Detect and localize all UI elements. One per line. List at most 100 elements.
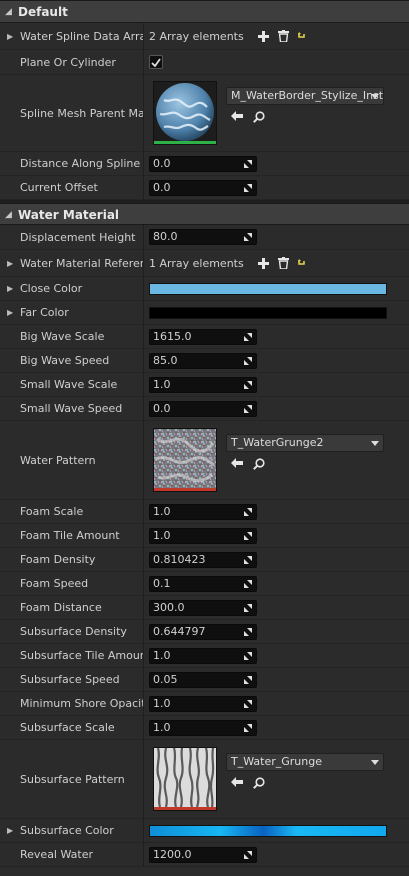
row-water-material-reference: ▶ Water Material Reference 1 Array eleme… (0, 250, 409, 277)
row-subsurface-speed: Subsurface Speed 0.05 (0, 668, 409, 692)
field-value: 1.0 (153, 720, 171, 734)
field-value: 85.0 (153, 353, 178, 367)
trash-icon[interactable] (277, 30, 289, 42)
drag-handle-icon (244, 531, 252, 540)
drag-handle-icon (244, 651, 252, 660)
row-plane-or-cylinder: Plane Or Cylinder (0, 50, 409, 75)
field-value: 1.0 (153, 377, 171, 391)
foam-distance-input[interactable]: 300.0 (149, 599, 257, 616)
texture-thumbnail[interactable] (153, 428, 217, 492)
field-value: 1.0 (153, 648, 171, 662)
trash-icon[interactable] (277, 257, 289, 269)
collapse-arrow-icon[interactable]: ◢ (5, 204, 12, 226)
subsurface-density-input[interactable]: 0.644797 (149, 623, 257, 640)
small-wave-scale-input[interactable]: 1.0 (149, 376, 257, 393)
category-default[interactable]: ◢ Default (0, 0, 409, 23)
expand-arrow-icon[interactable]: ▶ (7, 301, 13, 324)
property-label: Current Offset (20, 181, 98, 194)
row-subsurface-color: ▶ Subsurface Color (0, 819, 409, 843)
material-asset-combo[interactable]: M_WaterBorder_Stylize_Inst (226, 87, 384, 105)
field-value: 0.644797 (153, 624, 206, 638)
drag-handle-icon (244, 183, 252, 192)
asset-name: T_WaterGrunge2 (231, 436, 324, 449)
array-count: 2 Array elements (149, 29, 244, 43)
drag-handle-icon (244, 356, 252, 365)
property-label: Small Wave Scale (20, 378, 118, 391)
close-color-swatch[interactable] (149, 282, 387, 295)
subsurface-scale-input[interactable]: 1.0 (149, 719, 257, 736)
drag-handle-icon (244, 555, 252, 564)
field-value: 0.1 (153, 576, 171, 590)
subsurface-speed-input[interactable]: 0.05 (149, 671, 257, 688)
foam-tile-amount-input[interactable]: 1.0 (149, 527, 257, 544)
magnifier-icon[interactable] (253, 777, 265, 792)
distance-along-spline-input[interactable]: 0.0 (149, 155, 257, 172)
row-foam-speed: Foam Speed 0.1 (0, 572, 409, 596)
texture-thumbnail[interactable] (153, 747, 217, 811)
property-label: Big Wave Speed (20, 354, 110, 367)
details-panel: ◢ Default ▶ Water Spline Data Array 2 Ar… (0, 0, 409, 876)
minimum-shore-opacity-input[interactable]: 1.0 (149, 695, 257, 712)
field-value: 1.0 (153, 528, 171, 542)
back-arrow-icon[interactable] (231, 777, 243, 792)
magnifier-icon[interactable] (253, 458, 265, 473)
asset-name: M_WaterBorder_Stylize_Inst (231, 89, 384, 102)
water-pattern-asset-combo[interactable]: T_WaterGrunge2 (226, 434, 384, 452)
magnifier-icon[interactable] (253, 111, 265, 126)
category-label: Default (18, 5, 68, 19)
expand-arrow-icon[interactable]: ▶ (7, 819, 13, 842)
asset-name: T_Water_Grunge (231, 755, 322, 768)
reset-arrow-icon[interactable] (297, 31, 307, 41)
property-label: Big Wave Scale (20, 330, 105, 343)
property-label: Water Pattern (20, 453, 96, 467)
field-value: 80.0 (153, 230, 178, 243)
foam-density-input[interactable]: 0.810423 (149, 551, 257, 568)
drag-handle-icon (244, 627, 252, 636)
category-water-material[interactable]: ◢ Water Material (0, 203, 409, 225)
row-subsurface-pattern: Subsurface Pattern T_Water_Grunge (0, 740, 409, 819)
small-wave-speed-input[interactable]: 0.0 (149, 400, 257, 417)
expand-arrow-icon[interactable]: ▶ (7, 23, 13, 49)
back-arrow-icon[interactable] (231, 458, 243, 473)
drag-handle-icon (244, 159, 252, 168)
property-label: Small Wave Speed (20, 402, 123, 415)
subsurface-tile-amount-input[interactable]: 1.0 (149, 647, 257, 664)
row-big-wave-speed: Big Wave Speed 85.0 (0, 349, 409, 373)
checkmark-icon (151, 57, 161, 67)
row-close-color: ▶ Close Color (0, 277, 409, 301)
row-minimum-shore-opacity: Minimum Shore Opacity 1.0 (0, 692, 409, 716)
reveal-water-input[interactable]: 1200.0 (149, 846, 257, 863)
current-offset-input[interactable]: 0.0 (149, 179, 257, 196)
field-value: 1.0 (153, 504, 171, 518)
field-value: 1200.0 (153, 847, 192, 861)
plus-icon[interactable] (257, 257, 269, 269)
foam-speed-input[interactable]: 0.1 (149, 575, 257, 592)
row-foam-scale: Foam Scale 1.0 (0, 500, 409, 524)
property-label: Subsurface Density (20, 625, 127, 638)
collapse-arrow-icon[interactable]: ◢ (5, 1, 12, 23)
drag-handle-icon (244, 850, 252, 859)
expand-arrow-icon[interactable]: ▶ (7, 250, 13, 276)
property-label: Displacement Height (20, 230, 136, 244)
material-thumbnail[interactable] (153, 81, 217, 145)
reset-arrow-icon[interactable] (297, 258, 307, 268)
row-big-wave-scale: Big Wave Scale 1615.0 (0, 325, 409, 349)
field-value: 0.05 (153, 672, 178, 686)
big-wave-speed-input[interactable]: 85.0 (149, 352, 257, 369)
foam-scale-input[interactable]: 1.0 (149, 503, 257, 520)
row-foam-tile-amount: Foam Tile Amount 1.0 (0, 524, 409, 548)
expand-arrow-icon[interactable]: ▶ (7, 277, 13, 300)
field-value: 1.0 (153, 696, 171, 710)
far-color-swatch[interactable] (149, 306, 387, 319)
subsurface-pattern-asset-combo[interactable]: T_Water_Grunge (226, 753, 384, 771)
plane-or-cylinder-checkbox[interactable] (149, 55, 163, 69)
row-water-spline-data-array: ▶ Water Spline Data Array 2 Array elemen… (0, 23, 409, 50)
subsurface-color-swatch[interactable] (149, 824, 387, 837)
plus-icon[interactable] (257, 30, 269, 42)
back-arrow-icon[interactable] (231, 111, 243, 126)
displacement-height-input[interactable]: 80.0 (149, 229, 257, 245)
category-label: Water Material (18, 208, 120, 222)
property-label: Subsurface Speed (20, 673, 120, 686)
big-wave-scale-input[interactable]: 1615.0 (149, 328, 257, 345)
row-subsurface-tile-amount: Subsurface Tile Amount 1.0 (0, 644, 409, 668)
